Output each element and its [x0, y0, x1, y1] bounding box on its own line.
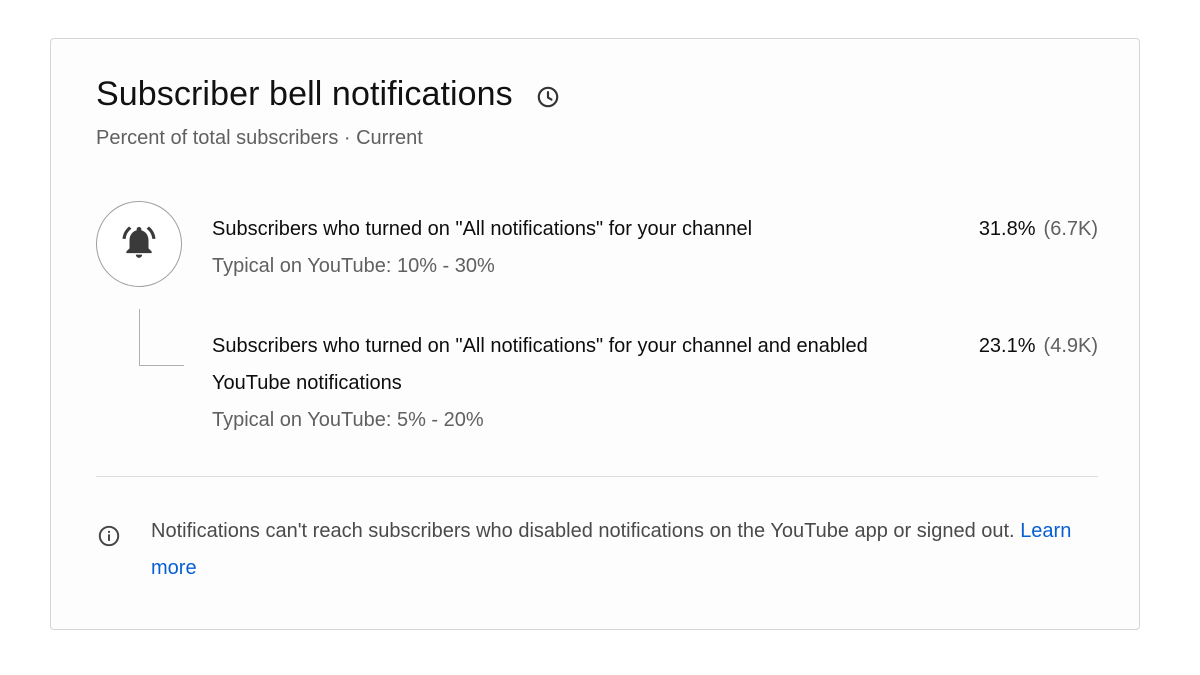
card-header: Subscriber bell notifications — [96, 73, 561, 115]
info-note-text: Notifications can't reach subscribers wh… — [151, 513, 1081, 587]
metric-percent: 31.8% — [978, 218, 1036, 240]
note-message: Notifications can't reach subscribers wh… — [151, 520, 1015, 542]
card-subtitle: Percent of total subscribers · Current — [96, 127, 423, 149]
metric-value: 31.8% (6.7K) — [979, 211, 1098, 248]
subscriber-bell-card: Subscriber bell notifications Percent of… — [50, 38, 1140, 630]
metric-count: (4.9K) — [1043, 335, 1098, 357]
metric-typical-range: Typical on YouTube: 5% - 20% — [212, 409, 484, 431]
connector-line — [139, 309, 184, 366]
divider — [96, 476, 1098, 477]
info-icon — [96, 523, 122, 549]
card-title: Subscriber bell notifications — [96, 75, 513, 113]
metric-typical-range: Typical on YouTube: 10% - 30% — [212, 255, 495, 277]
metric-value: 23.1% (4.9K) — [979, 328, 1098, 365]
metric-label: Subscribers who turned on "All notificat… — [212, 335, 868, 394]
bell-badge — [96, 201, 182, 287]
metric-count: (6.7K) — [1043, 218, 1098, 240]
metric-row-all-notifications: Subscribers who turned on "All notificat… — [212, 211, 1098, 285]
metric-label: Subscribers who turned on "All notificat… — [212, 218, 753, 240]
metric-percent: 23.1% — [978, 335, 1036, 357]
bell-ringing-icon — [120, 223, 158, 266]
history-clock-icon[interactable] — [535, 84, 561, 110]
metric-row-enabled-notifications: Subscribers who turned on "All notificat… — [212, 328, 1098, 439]
info-note: Notifications can't reach subscribers wh… — [96, 513, 1096, 587]
